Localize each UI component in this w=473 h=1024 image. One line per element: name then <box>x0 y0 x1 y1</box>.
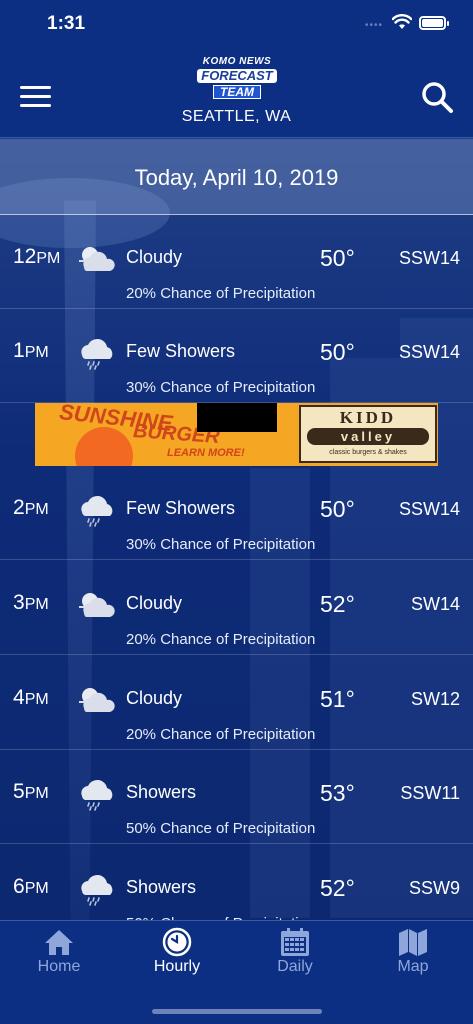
hourly-row[interactable]: 3PM Cloudy 20% Chance of Precipitation 52° S… <box>0 561 473 655</box>
map-icon <box>399 929 427 956</box>
hour-label: 2PM <box>13 496 49 519</box>
partly-cloudy-icon <box>76 682 116 718</box>
condition-label: Cloudy <box>126 688 183 708</box>
clock-icon <box>162 927 192 957</box>
wind-label: SW14 <box>410 594 460 614</box>
condition-label: Few Showers <box>126 498 236 518</box>
komo-forecast-logo: KOMO NEWS FORECAST TEAM <box>196 56 278 99</box>
search-icon[interactable] <box>420 80 454 114</box>
condition-label: Few Showers <box>126 341 236 361</box>
condition-label: Cloudy <box>126 247 183 267</box>
condition-label: Cloudy <box>126 593 183 613</box>
battery-icon <box>419 16 449 30</box>
logo-line-1: KOMO NEWS <box>202 56 272 67</box>
temperature-label: 53° <box>320 780 355 806</box>
redacted-block <box>197 403 277 432</box>
location-label: SEATTLE, WA <box>181 108 292 125</box>
sun-graphic <box>75 427 133 466</box>
tab-label-hourly: Hourly <box>153 958 201 975</box>
hourly-row[interactable]: 4PM Cloudy 20% Chance of Precipitation 51° S… <box>0 656 473 750</box>
tab-label-home: Home <box>37 958 81 975</box>
calendar-icon <box>281 928 309 956</box>
temperature-label: 52° <box>320 591 355 617</box>
wind-label: SSW9 <box>408 878 460 898</box>
ad-brand-kidd: KIDD <box>339 408 397 427</box>
kidd-valley-logo: KIDD valley classic burgers & shakes <box>299 405 437 463</box>
ad-brand-tagline: classic burgers & shakes <box>329 449 407 456</box>
hourly-row[interactable]: 5PM Showers 50% Chance of Precipitation 53°… <box>0 750 473 844</box>
date-label: Today, April 10, 2019 <box>134 165 339 190</box>
precip-label: 30% Chance of Precipitation <box>126 536 316 553</box>
temperature-label: 52° <box>320 875 355 901</box>
hour-label: 4PM <box>13 686 49 709</box>
date-bar: Today, April 10, 2019 <box>0 139 473 215</box>
hour-label: 1PM <box>13 339 49 362</box>
status-time: 1:31 <box>47 13 86 34</box>
signal-dots: •••• <box>365 20 384 31</box>
app-header: KOMO NEWS FORECAST TEAM SEATTLE, WA <box>0 48 473 138</box>
logo-line-3: TEAM <box>213 85 261 99</box>
hourly-row[interactable]: 2PM Few Showers 30% Chance of Precipitatio… <box>0 466 473 560</box>
hourly-row[interactable]: 1PM Few Showers 30% Chance of Precipitatio… <box>0 309 473 403</box>
hour-label: 3PM <box>13 591 49 614</box>
wind-label: SSW14 <box>398 342 460 362</box>
precip-label: 20% Chance of Precipitation <box>126 285 316 302</box>
wind-label: SSW11 <box>400 783 460 803</box>
logo-line-2: FORECAST <box>197 69 277 83</box>
hamburger-menu-icon[interactable] <box>20 86 51 108</box>
temperature-label: 50° <box>320 245 355 271</box>
showers-icon <box>76 492 116 528</box>
hourly-row[interactable]: 12PM Cloudy 20% Chance of Precipitation 50°… <box>0 215 473 309</box>
hour-label: 5PM <box>13 780 49 803</box>
partly-cloudy-icon <box>76 587 116 623</box>
wind-label: SSW14 <box>398 248 460 268</box>
precip-label: 20% Chance of Precipitation <box>126 631 316 648</box>
wind-label: SSW14 <box>398 499 460 519</box>
showers-icon <box>76 335 116 371</box>
hour-label: 12PM <box>13 245 61 268</box>
tab-label-map: Map <box>397 958 429 975</box>
condition-label: Showers <box>126 877 197 897</box>
precip-label: 30% Chance of Precipitation <box>126 379 316 396</box>
tab-hourly[interactable]: Hourly <box>118 921 236 991</box>
tab-home[interactable]: Home <box>0 921 118 991</box>
wifi-icon <box>392 14 412 29</box>
temperature-label: 50° <box>320 496 355 522</box>
status-bar: 1:31 •••• <box>0 0 473 48</box>
tab-map[interactable]: Map <box>354 921 472 991</box>
condition-label: Showers <box>126 782 197 802</box>
wind-label: SW12 <box>410 689 460 709</box>
showers-icon <box>76 776 116 812</box>
tab-daily[interactable]: Daily <box>236 921 354 991</box>
ad-learn-more[interactable]: LEARN MORE! <box>167 447 245 459</box>
precip-label: 20% Chance of Precipitation <box>126 726 316 743</box>
tab-label-daily: Daily <box>277 958 313 975</box>
ad-brand-valley: valley <box>307 428 429 445</box>
partly-cloudy-icon <box>76 241 116 277</box>
hour-label: 6PM <box>13 875 49 898</box>
showers-icon <box>76 871 116 907</box>
banner-ad[interactable]: SUNSHINE BURGER LEARN MORE! KIDD valley … <box>35 403 438 466</box>
precip-label: 50% Chance of Precipitation <box>126 820 316 837</box>
home-icon <box>45 930 73 955</box>
temperature-label: 51° <box>320 686 355 712</box>
home-indicator <box>152 1009 322 1014</box>
temperature-label: 50° <box>320 339 355 365</box>
